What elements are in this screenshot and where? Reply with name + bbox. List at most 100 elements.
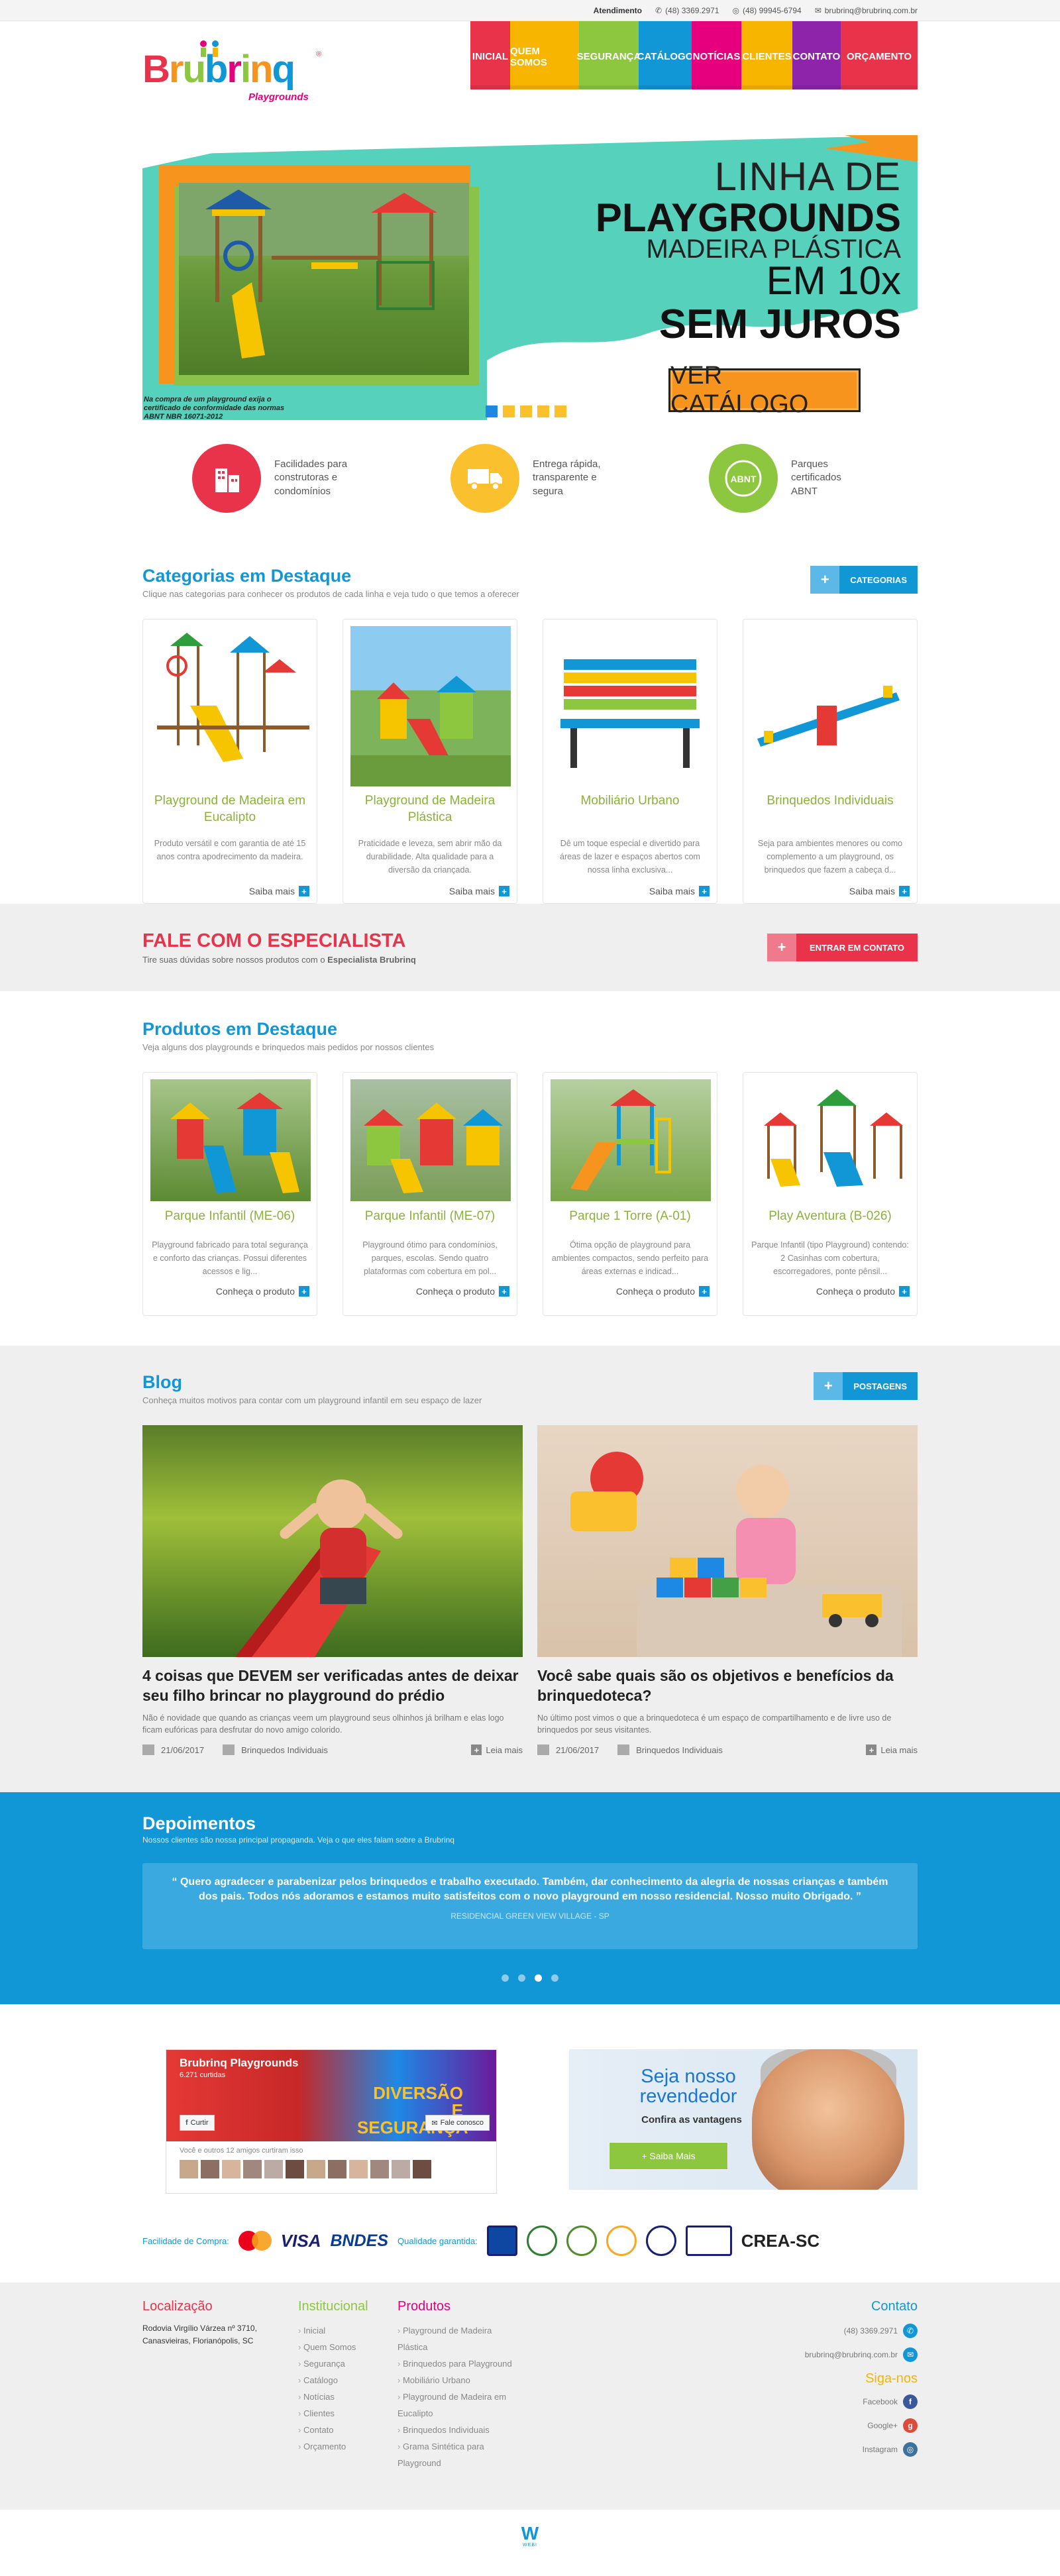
avatar[interactable]: [349, 2160, 368, 2178]
product-card[interactable]: Play Aventura (B-026) Parque Infantil (t…: [743, 1072, 918, 1316]
entrar-em-contato-button[interactable]: + ENTRAR EM CONTATO: [767, 934, 918, 961]
footer-link[interactable]: Quem Somos: [298, 2339, 398, 2355]
product-card[interactable]: Parque Infantil (ME-07) Playground ótimo…: [343, 1072, 517, 1316]
footer-link[interactable]: Grama Sintética para Playground: [398, 2438, 517, 2471]
slider-dot[interactable]: [502, 1974, 509, 1982]
blog-post-title[interactable]: 4 coisas que DEVEM ser verificadas antes…: [142, 1666, 523, 1707]
reseller-banner[interactable]: Seja nosso revendedor Confira as vantage…: [569, 2049, 918, 2190]
slider-dot[interactable]: [503, 405, 515, 417]
avatar[interactable]: [201, 2160, 219, 2178]
slider-dot[interactable]: [555, 405, 566, 417]
saiba-mais-link[interactable]: Saiba mais +: [350, 886, 509, 896]
leia-mais-link[interactable]: + Leia mais: [866, 1744, 918, 1755]
footer-link[interactable]: Orçamento: [298, 2438, 398, 2455]
facebook-contact-button[interactable]: ✉ Fale conosco: [425, 2115, 490, 2131]
conheca-produto-link[interactable]: Conheça o produto +: [350, 1286, 509, 1297]
facebook-icon[interactable]: f: [903, 2394, 918, 2409]
footer-link[interactable]: Clientes: [298, 2405, 398, 2422]
avatar[interactable]: [222, 2160, 240, 2178]
site-logo[interactable]: Brubrinq ® Playgrounds: [142, 37, 321, 103]
nav-quem-somos[interactable]: QUEM SOMOS: [510, 21, 579, 89]
nav-clientes[interactable]: CLIENTES: [741, 21, 792, 89]
footer-contact: Contato (48) 3369.2971 ✆ brubrinq@brubrin…: [805, 2299, 918, 2471]
footer-link[interactable]: Mobiliário Urbano: [398, 2372, 517, 2388]
blog-post-category[interactable]: Brinquedos Individuais: [241, 1745, 328, 1755]
facebook-like-button[interactable]: f Curtir: [180, 2115, 215, 2131]
blog-post-meta: 21/06/2017 Brinquedos Individuais + Leia …: [537, 1744, 918, 1755]
avatar[interactable]: [328, 2160, 346, 2178]
product-card[interactable]: Parque Infantil (ME-06) Playground fabri…: [142, 1072, 317, 1316]
topbar-email[interactable]: ✉ brubrinq@brubrinq.com.br: [815, 6, 918, 15]
blog-post[interactable]: Você sabe quais são os objetivos e benef…: [537, 1425, 918, 1755]
conheca-produto-link[interactable]: Conheça o produto +: [751, 1286, 910, 1297]
footer-phone[interactable]: (48) 3369.2971: [844, 2326, 898, 2335]
google-plus-icon[interactable]: g: [903, 2418, 918, 2433]
slider-dot[interactable]: [551, 1974, 558, 1982]
facebook-widget[interactable]: Brubrinq Playgrounds 6.271 curtidas DIVE…: [166, 2049, 497, 2194]
payment-label: Facilidade de Compra:: [142, 2235, 229, 2246]
footer-link[interactable]: Playground de Madeira em Eucalipto: [398, 2388, 517, 2422]
slider-dot[interactable]: [535, 1974, 542, 1982]
nav-orcamento[interactable]: ORÇAMENTO: [841, 21, 918, 89]
footer-link[interactable]: Brinquedos Individuais: [398, 2422, 517, 2438]
slider-dot[interactable]: [537, 405, 549, 417]
saiba-mais-button[interactable]: + Saiba Mais: [609, 2142, 728, 2170]
inmetro-seal-icon: [486, 2226, 517, 2256]
blog-post[interactable]: 4 coisas que DEVEM ser verificadas antes…: [142, 1425, 523, 1755]
google-plus-link[interactable]: Google+: [867, 2421, 898, 2430]
footer-link[interactable]: Segurança: [298, 2355, 398, 2372]
credits[interactable]: W WEBI: [0, 2510, 1060, 2561]
instagram-link[interactable]: Instagram: [863, 2445, 898, 2454]
avatar[interactable]: [264, 2160, 283, 2178]
avatar[interactable]: [413, 2160, 431, 2178]
saiba-mais-link[interactable]: Saiba mais +: [551, 886, 710, 896]
footer-link[interactable]: Brinquedos para Playground: [398, 2355, 517, 2372]
saiba-mais-link[interactable]: Saiba mais +: [751, 886, 910, 896]
conheca-produto-link[interactable]: Conheça o produto +: [551, 1286, 710, 1297]
facebook-page-name[interactable]: Brubrinq Playgrounds: [180, 2057, 298, 2070]
category-card[interactable]: Playground de Madeira Plástica Praticida…: [343, 619, 517, 904]
category-card[interactable]: Brinquedos Individuais Seja para ambient…: [743, 619, 918, 904]
topbar-whatsapp[interactable]: ◎ (48) 99945-6794: [732, 6, 801, 15]
footer-link[interactable]: Notícias: [298, 2388, 398, 2405]
avatar[interactable]: [392, 2160, 410, 2178]
footer-link[interactable]: Inicial: [298, 2322, 398, 2339]
footer-link[interactable]: Catálogo: [298, 2372, 398, 2388]
postagens-button[interactable]: + POSTAGENS: [814, 1372, 918, 1400]
footer-email[interactable]: brubrinq@brubrinq.com.br: [805, 2350, 898, 2359]
facebook-cover: Brubrinq Playgrounds 6.271 curtidas DIVE…: [166, 2050, 496, 2141]
category-title: Mobiliário Urbano: [580, 794, 680, 808]
nav-noticias[interactable]: NOTÍCIAS: [692, 21, 741, 89]
leia-mais-link[interactable]: + Leia mais: [471, 1744, 523, 1755]
slider-dot[interactable]: [518, 1974, 525, 1982]
nav-inicial[interactable]: INICIAL: [470, 21, 510, 89]
ver-catalogo-button[interactable]: VER CATÁLOGO: [668, 362, 861, 418]
conheca-produto-label: Conheça o produto: [816, 1286, 895, 1297]
hero-banner[interactable]: LINHA DE PLAYGROUNDS MADEIRA PLÁSTICA EM…: [142, 135, 918, 420]
category-title: Brinquedos Individuais: [767, 794, 894, 808]
nav-seguranca[interactable]: SEGURANÇA: [577, 21, 641, 89]
nav-catalogo[interactable]: CATÁLOGO: [637, 21, 693, 89]
avatar[interactable]: [286, 2160, 304, 2178]
footer-link[interactable]: Contato: [298, 2422, 398, 2438]
nav-contato[interactable]: CONTATO: [792, 21, 841, 89]
footer-link[interactable]: Playground de Madeira Plástica: [398, 2322, 517, 2355]
slider-dot[interactable]: [486, 405, 498, 417]
category-card[interactable]: Mobiliário Urbano Dê um toque especial e…: [543, 619, 717, 904]
product-card[interactable]: Parque 1 Torre (A-01) Ótima opção de pla…: [543, 1072, 717, 1316]
category-card[interactable]: Playground de Madeira em Eucalipto Produ…: [142, 619, 317, 904]
playground-illustration: [179, 183, 469, 358]
avatar[interactable]: [180, 2160, 198, 2178]
avatar[interactable]: [243, 2160, 262, 2178]
avatar[interactable]: [307, 2160, 325, 2178]
categories-button[interactable]: + CATEGORIAS: [810, 566, 918, 594]
facebook-link[interactable]: Facebook: [863, 2397, 898, 2406]
avatar[interactable]: [370, 2160, 389, 2178]
saiba-mais-link[interactable]: Saiba mais +: [150, 886, 309, 896]
slider-dot[interactable]: [520, 405, 532, 417]
topbar-phone[interactable]: ✆ (48) 3369.2971: [655, 6, 719, 15]
blog-post-title[interactable]: Você sabe quais são os objetivos e benef…: [537, 1666, 918, 1707]
instagram-icon[interactable]: ◎: [903, 2442, 918, 2457]
conheca-produto-link[interactable]: Conheça o produto +: [150, 1286, 309, 1297]
blog-post-category[interactable]: Brinquedos Individuais: [636, 1745, 723, 1755]
